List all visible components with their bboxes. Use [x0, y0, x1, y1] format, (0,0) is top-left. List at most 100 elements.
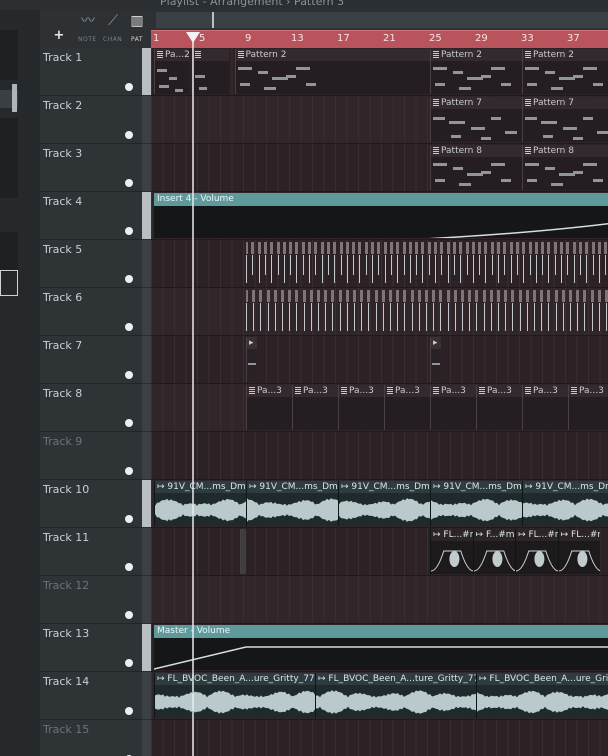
track-header[interactable]: Track 11	[40, 528, 142, 576]
track-mute-dot[interactable]	[125, 179, 133, 187]
browser-item[interactable]	[0, 118, 18, 198]
track-lane[interactable]: Insert 4 - Volume	[151, 192, 608, 240]
track-grip[interactable]	[142, 96, 151, 143]
track-grip[interactable]	[142, 384, 151, 431]
track-mute-dot[interactable]	[125, 83, 133, 91]
piano-icon[interactable]: ▥	[126, 10, 148, 32]
track-header[interactable]: Track 3	[40, 144, 142, 192]
track-mute-dot[interactable]	[125, 659, 133, 667]
browser-item[interactable]	[0, 30, 18, 80]
track-lane[interactable]: Master - Volume	[151, 624, 608, 672]
pattern-clip[interactable]: Pattern 7	[430, 97, 522, 142]
track-header[interactable]: Track 12	[40, 576, 142, 624]
browser-item[interactable]	[0, 232, 18, 272]
drum-clip[interactable]	[246, 289, 608, 334]
audio-clip[interactable]: ↦ 91V_CM...ms_Dm	[154, 481, 246, 526]
drum-clip[interactable]	[246, 241, 608, 286]
track-header[interactable]: Track 14	[40, 672, 142, 720]
scrollbar-thumb[interactable]	[212, 12, 214, 28]
pattern-clip[interactable]: Pattern 8	[430, 145, 522, 190]
track-header[interactable]: Track 2	[40, 96, 142, 144]
track-grip[interactable]	[142, 528, 151, 575]
horizontal-scrollbar[interactable]	[156, 12, 608, 28]
track-mute-dot[interactable]	[125, 419, 133, 427]
track-lane[interactable]: Pattern 7 Pattern 7	[151, 96, 608, 144]
track-header[interactable]: Track 9	[40, 432, 142, 480]
track-header[interactable]: Track 10	[40, 480, 142, 528]
pattern-clip[interactable]	[191, 49, 229, 94]
track-mute-dot[interactable]	[125, 515, 133, 523]
pattern-clip[interactable]: ▸	[246, 337, 257, 382]
timeline-ruler[interactable]: 1 5 9 13 17 21 25 29 33 37	[151, 30, 608, 49]
track-grip[interactable]	[142, 720, 151, 756]
track-grip[interactable]	[142, 336, 151, 383]
track-lane[interactable]: ▸ ▸	[151, 336, 608, 384]
track-lane[interactable]: Pattern 8 Pattern 8	[151, 144, 608, 192]
pattern-clip[interactable]: Pa...3	[522, 385, 568, 430]
track-lane[interactable]	[151, 240, 608, 288]
pattern-clip[interactable]: Pa...3	[384, 385, 430, 430]
track-mute-dot[interactable]	[125, 227, 133, 235]
track-lane[interactable]	[151, 576, 608, 624]
track-header[interactable]: Track 15	[40, 720, 142, 756]
mode-chan-label[interactable]: CHAN	[103, 36, 122, 43]
track-mute-dot[interactable]	[125, 323, 133, 331]
track-lane[interactable]	[151, 432, 608, 480]
pattern-clip[interactable]: Pattern 2	[522, 49, 608, 94]
track-grip[interactable]	[142, 48, 151, 95]
audio-clip[interactable]: ↦ 91V_CM...ms_Dm	[430, 481, 522, 526]
audio-clip[interactable]: ↦ FL_BVOC_Been_A...ture_Gritty_77	[315, 673, 476, 718]
pattern-clip[interactable]: Pa...3	[292, 385, 338, 430]
pattern-clip[interactable]: Pa...3	[246, 385, 292, 430]
automation-clip[interactable]: Master - Volume	[154, 625, 608, 670]
add-track-button[interactable]: +	[52, 29, 66, 43]
brush-icon[interactable]: ⟋	[102, 10, 124, 32]
browser-scrollbar[interactable]	[12, 84, 17, 112]
track-grip[interactable]	[142, 480, 151, 527]
track-header[interactable]: Track 4	[40, 192, 142, 240]
track-mute-dot[interactable]	[125, 563, 133, 571]
track-lane[interactable]	[151, 720, 608, 756]
pattern-clip[interactable]: Pa...3	[338, 385, 384, 430]
audio-clip[interactable]: ↦ FL...#m	[430, 529, 473, 574]
track-mute-dot[interactable]	[125, 707, 133, 715]
track-mute-dot[interactable]	[125, 131, 133, 139]
track-grip[interactable]	[142, 624, 151, 671]
track-grip[interactable]	[142, 576, 151, 623]
mode-note-label[interactable]: NOTE	[78, 36, 97, 43]
track-grip[interactable]	[142, 288, 151, 335]
track-header[interactable]: Track 1	[40, 48, 142, 96]
wave-icon[interactable]: 〰	[77, 10, 99, 32]
audio-clip[interactable]	[240, 529, 247, 574]
track-grip[interactable]	[142, 432, 151, 479]
pattern-clip[interactable]: ▸	[430, 337, 441, 382]
track-mute-dot[interactable]	[125, 611, 133, 619]
audio-clip[interactable]: ↦ 91V_CM...ms_Dm	[246, 481, 338, 526]
track-lane[interactable]: ↦ FL_BVOC_Been_A...ure_Gritty_77 ↦ FL_BVO…	[151, 672, 608, 720]
audio-clip[interactable]: ↦ 91V_CM...ms_Dm	[522, 481, 608, 526]
track-grip[interactable]	[142, 144, 151, 191]
track-lane[interactable]: ↦ 91V_CM...ms_Dm ↦ 91V_CM...ms_Dm ↦ 91V_CM…	[151, 480, 608, 528]
track-mute-dot[interactable]	[125, 371, 133, 379]
pattern-clip[interactable]: Pattern 2	[430, 49, 522, 94]
pattern-clip[interactable]: Pa...3	[476, 385, 522, 430]
audio-clip[interactable]: ↦ FL...#m	[557, 529, 601, 574]
track-lane[interactable]	[151, 288, 608, 336]
track-grip[interactable]	[142, 672, 151, 719]
track-lane[interactable]: ↦ FL...#m↦ F...#m↦ FL...#m↦ FL...#m	[151, 528, 608, 576]
automation-clip[interactable]: Insert 4 - Volume	[154, 193, 608, 238]
track-mute-dot[interactable]	[125, 467, 133, 475]
pattern-clip[interactable]: Pa...3	[568, 385, 608, 430]
track-lane[interactable]: Pa...2 Pattern 2 Pattern 2 Pattern 2	[151, 48, 608, 96]
pattern-clip[interactable]: Pa...2	[154, 49, 189, 94]
audio-clip[interactable]: ↦ FL_BVOC_Been_A...ure_Gritt	[476, 673, 608, 718]
mode-pat-label[interactable]: PAT	[131, 36, 143, 43]
pattern-clip[interactable]: Pattern 7	[522, 97, 608, 142]
track-header[interactable]: Track 6	[40, 288, 142, 336]
pattern-clip[interactable]: Pattern 2	[234, 49, 430, 94]
track-header[interactable]: Track 7	[40, 336, 142, 384]
audio-clip[interactable]: ↦ FL...#m	[515, 529, 558, 574]
track-header[interactable]: Track 13	[40, 624, 142, 672]
pattern-clip[interactable]: Pattern 8	[522, 145, 608, 190]
track-header[interactable]: Track 5	[40, 240, 142, 288]
